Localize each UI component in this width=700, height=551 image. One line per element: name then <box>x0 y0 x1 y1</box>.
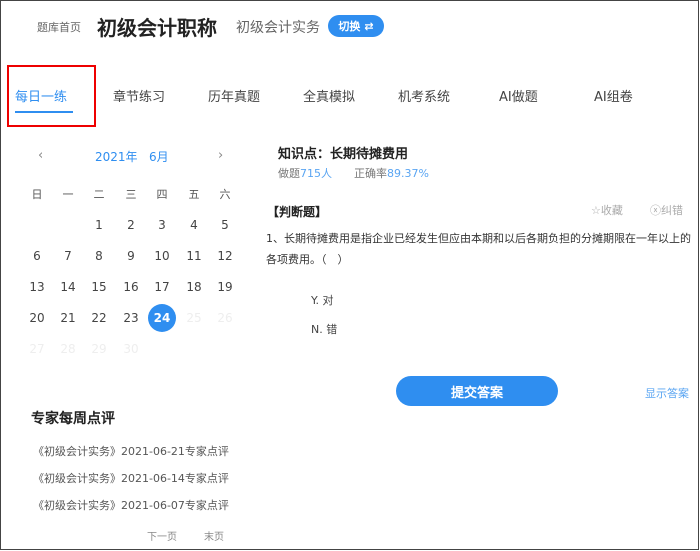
weekday-label: 四 <box>156 188 168 201</box>
calendar-day[interactable]: 13 <box>24 274 50 300</box>
review-link[interactable]: 《初级会计实务》2021-06-07专家点评 <box>33 497 229 513</box>
calendar-month[interactable]: 6月 <box>149 148 169 165</box>
calendar-day: 30 <box>123 342 139 356</box>
calendar-day[interactable]: 20 <box>24 305 50 331</box>
question-type: 【判断题】 <box>267 205 328 219</box>
rate-label: 正确率 <box>354 167 387 180</box>
calendar-day[interactable]: 21 <box>55 305 81 331</box>
calendar-day[interactable]: 1 <box>86 212 112 238</box>
option-no[interactable]: N. 错 <box>311 321 337 337</box>
option-yes[interactable]: Y. 对 <box>311 292 333 308</box>
calendar-day[interactable]: 6 <box>24 243 50 269</box>
switch-label: 切换 <box>338 20 361 33</box>
next-month-icon[interactable]: › <box>218 148 223 163</box>
calendar-day: 29 <box>91 342 107 356</box>
expert-review-title: 专家每周点评 <box>31 411 115 427</box>
calendar-day[interactable]: 11 <box>181 243 207 269</box>
home-link[interactable]: 题库首页 <box>37 19 81 35</box>
weekday-label: 日 <box>31 188 43 201</box>
switch-arrows-icon: ⇄ <box>364 19 374 33</box>
tab-1[interactable]: 章节练习 <box>113 86 165 105</box>
calendar-day: 27 <box>29 342 45 356</box>
review-link[interactable]: 《初级会计实务》2021-06-21专家点评 <box>33 443 229 459</box>
calendar-day[interactable]: 14 <box>55 274 81 300</box>
calendar-day[interactable]: 5 <box>212 212 238 238</box>
calendar-day: 25 <box>186 311 202 325</box>
tab-4[interactable]: 机考系统 <box>398 86 450 105</box>
done-count: 715人 <box>300 167 332 180</box>
weekday-label: 二 <box>93 188 105 201</box>
tab-5[interactable]: AI做题 <box>499 86 538 105</box>
weekday-label: 六 <box>219 188 231 201</box>
tab-2[interactable]: 历年真题 <box>208 86 260 105</box>
calendar-day[interactable]: 19 <box>212 274 238 300</box>
calendar-day[interactable]: 17 <box>149 274 175 300</box>
calendar-day[interactable]: 16 <box>118 274 144 300</box>
review-link[interactable]: 《初级会计实务》2021-06-14专家点评 <box>33 470 229 486</box>
calendar-day[interactable]: 4 <box>181 212 207 238</box>
calendar-day[interactable]: 3 <box>149 212 175 238</box>
submit-answer-button[interactable]: 提交答案 <box>396 376 558 406</box>
calendar-day[interactable]: 12 <box>212 243 238 269</box>
calendar-day[interactable]: 22 <box>86 305 112 331</box>
weekday-label: 五 <box>188 188 200 201</box>
subject-label: 初级会计实务 <box>236 20 320 36</box>
calendar-day-selected[interactable]: 24 <box>148 304 176 332</box>
page-title: 初级会计职称 <box>97 16 217 40</box>
knowledge-point: 知识点：长期待摊费用 <box>278 147 409 162</box>
calendar-day[interactable]: 9 <box>118 243 144 269</box>
done-label: 做题 <box>278 167 300 180</box>
star-icon: ☆ <box>591 204 601 217</box>
last-page-link[interactable]: 末页 <box>204 528 224 543</box>
weekday-label: 一 <box>62 188 74 201</box>
calendar-day[interactable]: 15 <box>86 274 112 300</box>
prev-month-icon[interactable]: ‹ <box>38 148 43 163</box>
tab-6[interactable]: AI组卷 <box>594 86 633 105</box>
question-stats: 做题715人 正确率89.37% <box>278 165 429 181</box>
calendar-day[interactable]: 2 <box>118 212 144 238</box>
next-page-link[interactable]: 下一页 <box>147 528 177 543</box>
favorite-label: 收藏 <box>600 204 623 217</box>
favorite-button[interactable]: ☆收藏 <box>591 202 623 218</box>
calendar-year[interactable]: 2021年 <box>95 148 138 165</box>
calendar-day: 26 <box>217 311 233 325</box>
question-text: 1、长期待摊费用是指企业已经发生但应由本期和以后各期负担的分摊期限在一年以上的各… <box>266 232 691 266</box>
tab-3[interactable]: 全真模拟 <box>303 86 355 105</box>
correct-rate: 89.37% <box>387 167 429 180</box>
highlight-box <box>7 65 96 127</box>
calendar-day[interactable]: 23 <box>118 305 144 331</box>
calendar-day[interactable]: 18 <box>181 274 207 300</box>
calendar-day: 28 <box>60 342 76 356</box>
calendar-day[interactable]: 7 <box>55 243 81 269</box>
weekday-label: 三 <box>125 188 137 201</box>
show-answer-link[interactable]: 显示答案 <box>645 385 689 401</box>
report-label: 纠错 <box>661 204 683 217</box>
calendar-day[interactable]: 10 <box>149 243 175 269</box>
switch-button[interactable]: 切换 ⇄ <box>328 15 384 37</box>
calendar-day[interactable]: 8 <box>86 243 112 269</box>
close-circle-icon: ⓧ <box>650 204 661 217</box>
report-error-button[interactable]: ⓧ纠错 <box>650 202 683 218</box>
